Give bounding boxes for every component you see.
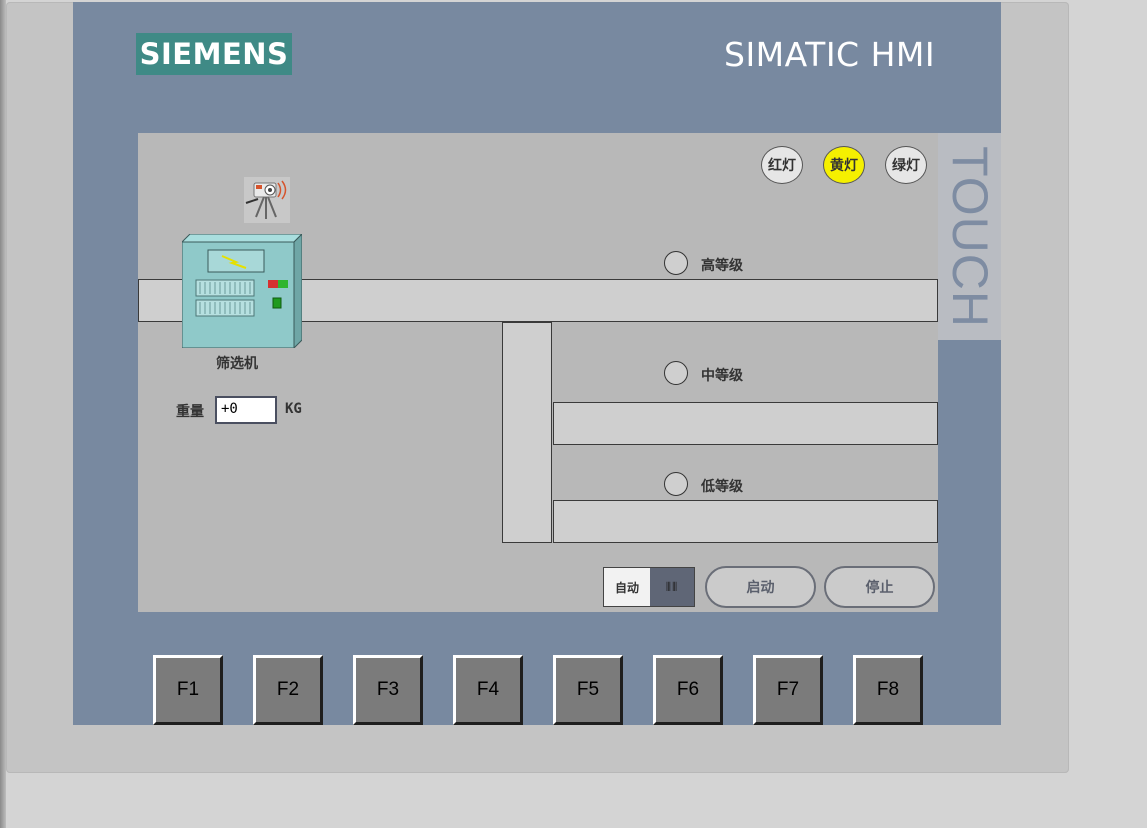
mid-grade-conveyor (553, 402, 938, 445)
siemens-logo: SIEMENS (136, 33, 292, 75)
sorting-machine-icon (182, 234, 302, 348)
yellow-lamp: 黄灯 (823, 146, 865, 184)
f1-key[interactable]: F1 (153, 655, 223, 725)
mid-grade-indicator (664, 361, 688, 385)
auto-mode-label: 自动 (614, 580, 639, 595)
low-grade-conveyor (553, 500, 938, 543)
low-grade-label: 低等级 (701, 479, 743, 495)
camera-sensor-icon (244, 177, 290, 223)
weight-value-field[interactable]: +0 (215, 396, 277, 424)
stop-button[interactable]: 停止 (824, 566, 935, 608)
f5-key[interactable]: F5 (553, 655, 623, 725)
f4-key[interactable]: F4 (453, 655, 523, 725)
yellow-lamp-label: 黄灯 (830, 158, 858, 174)
auto-mode-switch[interactable]: 自动 ⦀⦀ (603, 567, 695, 607)
green-lamp-label: 绿灯 (892, 158, 920, 174)
high-grade-indicator (664, 251, 688, 275)
mid-grade-label: 中等级 (701, 368, 743, 384)
vertical-conveyor (502, 322, 552, 543)
hmi-screen: 红灯 黄灯 绿灯 高等级 中等级 低等级 筛选机 重量 +0 KG 自动 ⦀⦀ … (138, 133, 938, 612)
f3-key[interactable]: F3 (353, 655, 423, 725)
switch-knob-icon[interactable]: ⦀⦀ (650, 568, 694, 606)
red-lamp-label: 红灯 (768, 158, 796, 174)
high-grade-label: 高等级 (701, 258, 743, 274)
low-grade-indicator (664, 472, 688, 496)
start-button[interactable]: 启动 (705, 566, 816, 608)
touch-label-wrap: TOUCH (938, 133, 1001, 340)
f8-key[interactable]: F8 (853, 655, 923, 725)
f7-key[interactable]: F7 (753, 655, 823, 725)
f6-key[interactable]: F6 (653, 655, 723, 725)
red-lamp: 红灯 (761, 146, 803, 184)
weight-label: 重量 (176, 404, 204, 420)
sorting-machine-label: 筛选机 (216, 356, 258, 372)
green-lamp: 绿灯 (885, 146, 927, 184)
f2-key[interactable]: F2 (253, 655, 323, 725)
weight-unit: KG (285, 401, 302, 417)
touch-label: TOUCH (941, 145, 998, 328)
model-name: SIMATIC HMI (724, 35, 936, 74)
